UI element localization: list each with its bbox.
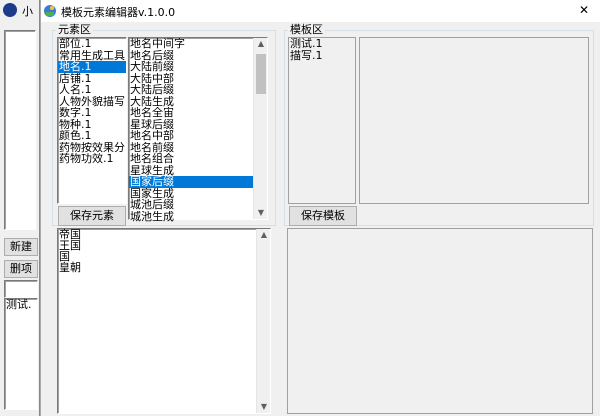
list-item[interactable]: 人名.1 [58,84,126,96]
list-item[interactable]: 地名全宙 [129,107,254,119]
element-content-textarea[interactable]: 帝国 王国 国 皇朝 ▲ ▼ [57,228,271,414]
list-item-selected[interactable]: 国家后缀 [129,176,254,188]
app-icon [43,4,57,18]
template-content-textarea[interactable] [287,228,593,414]
scroll-up-icon[interactable]: ▲ [254,38,268,50]
bg-window-list[interactable]: 测试. [4,298,38,410]
element-area-label: 元素区 [56,23,93,36]
list-item[interactable]: 店铺.1 [58,73,126,85]
scroll-up-icon[interactable]: ▲ [257,229,271,241]
bg-window-title: 小 [22,5,33,18]
list-item[interactable]: 地名前缀 [129,142,254,154]
main-window: 模板元素编辑器v.1.0.0 ✕ 元素区 部位.1 常用生成工具 地名.1 店铺… [40,0,600,416]
list-item[interactable]: 国家生成 [129,188,254,200]
list-item[interactable]: 大陆前缀 [129,61,254,73]
template-area-label: 模板区 [288,23,325,36]
list-item[interactable]: 数字.1 [58,107,126,119]
list-item[interactable]: 星球生成 [129,165,254,177]
new-button[interactable]: 新建 [4,238,38,256]
list-item[interactable]: 大陆生成 [129,96,254,108]
bug-icon [3,3,17,17]
list-item[interactable]: 测试. [5,299,37,311]
bg-window-text-area[interactable] [4,30,36,230]
list-item[interactable]: 测试.1 [289,38,355,50]
list-item[interactable]: 城池生成 [129,211,254,223]
category-list[interactable]: 部位.1 常用生成工具 地名.1 店铺.1 人名.1 人物外貌描写 数字.1 物… [57,37,127,204]
delete-item-button[interactable]: 删项 [4,260,38,278]
close-icon[interactable]: ✕ [579,3,589,17]
list-item[interactable]: 颜色.1 [58,130,126,142]
save-template-button[interactable]: 保存模板 [289,206,357,226]
list-item[interactable]: 部位.1 [58,38,126,50]
scroll-down-icon[interactable]: ▼ [254,207,268,219]
content-line: 皇朝 [59,261,81,274]
window-title: 模板元素编辑器v.1.0.0 [61,6,176,19]
element-list[interactable]: 地名中间字 地名后缀 大陆前缀 大陆中部 大陆后缀 大陆生成 地名全宙 星球后缀… [128,37,268,223]
list-item[interactable]: 描写.1 [289,50,355,62]
content-line: 王国 [59,239,81,252]
element-list-scrollbar[interactable]: ▲ ▼ [253,38,267,219]
list-item[interactable]: 大陆后缀 [129,84,254,96]
content-line: 帝国 [59,228,81,241]
list-item[interactable]: 城池后缀 [129,199,254,211]
scroll-thumb[interactable] [256,54,266,94]
background-window: 小 新建 删项 测试. [0,0,40,416]
list-item[interactable]: 地名中间字 [129,38,254,50]
list-item[interactable]: 地名后缀 [129,50,254,62]
list-item[interactable]: 常用生成工具 [58,50,126,62]
list-item-selected[interactable]: 地名.1 [58,61,126,73]
bg-window-input[interactable] [4,280,38,298]
scroll-down-icon[interactable]: ▼ [257,401,271,413]
save-element-button[interactable]: 保存元素 [58,206,126,226]
list-item[interactable]: 药物功效.1 [58,153,126,165]
list-item[interactable]: 地名组合 [129,153,254,165]
list-item[interactable]: 人物外貌描写 [58,96,126,108]
list-item[interactable]: 药物按效果分 [58,142,126,154]
template-preview [359,37,589,204]
template-list[interactable]: 测试.1 描写.1 [288,37,356,204]
list-item[interactable]: 大陆中部 [129,73,254,85]
content-scrollbar[interactable]: ▲ ▼ [256,229,270,413]
list-item[interactable]: 物种.1 [58,119,126,131]
list-item[interactable]: 地名中部 [129,130,254,142]
list-item[interactable]: 星球后缀 [129,119,254,131]
title-bar: 模板元素编辑器v.1.0.0 ✕ [41,0,600,22]
content-line: 国 [59,250,70,263]
